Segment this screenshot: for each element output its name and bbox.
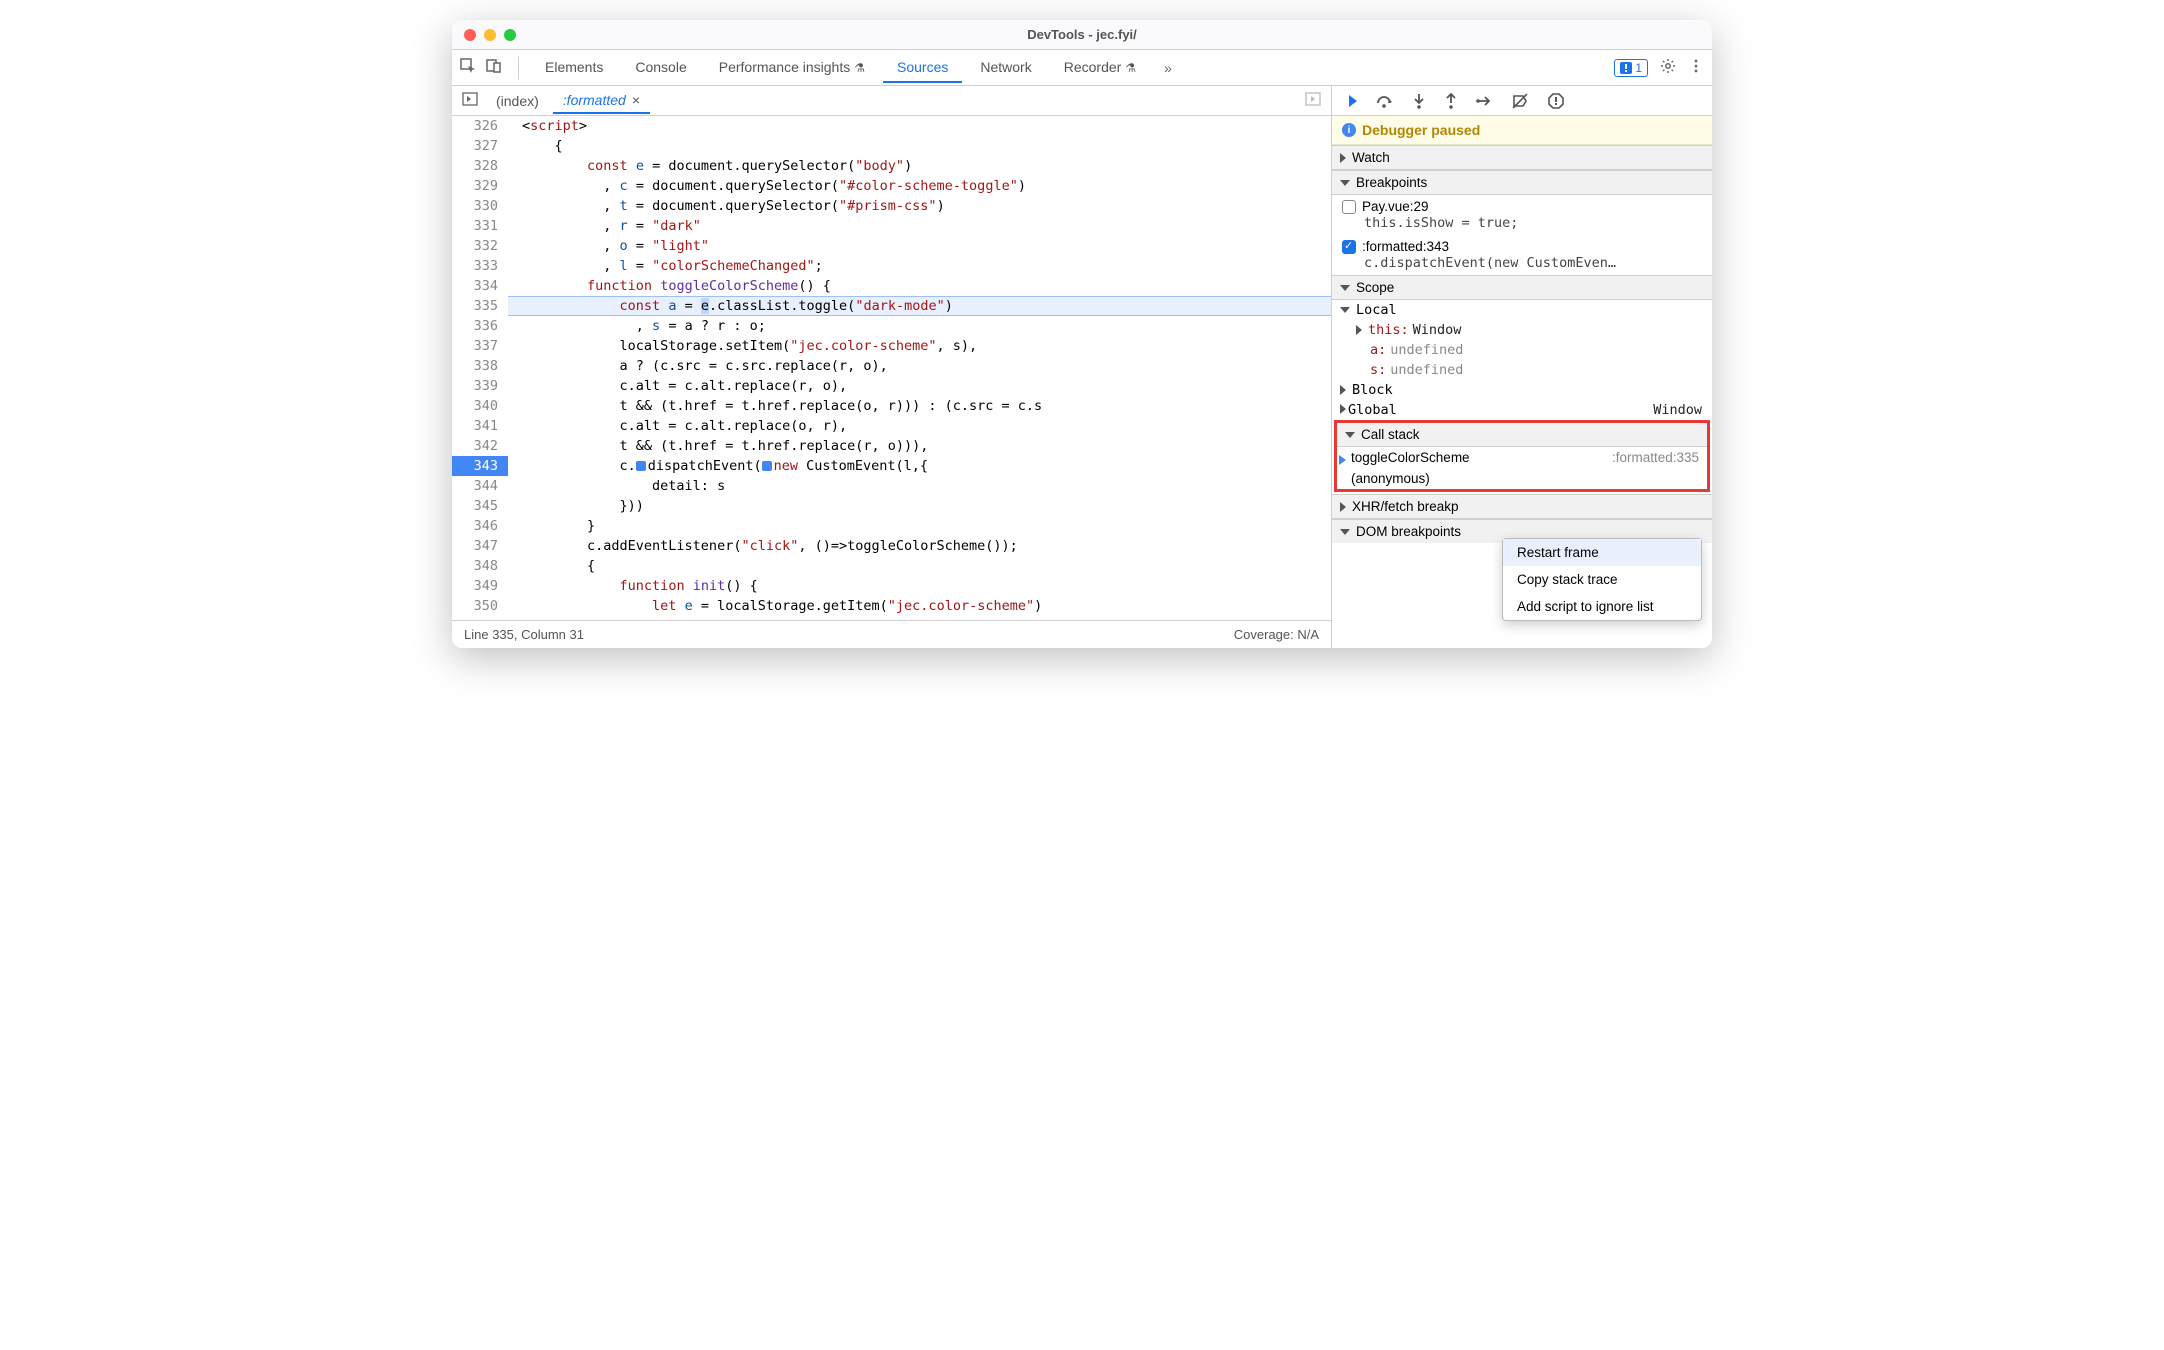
context-menu-item[interactable]: Copy stack trace: [1503, 566, 1701, 593]
tab-elements[interactable]: Elements: [531, 53, 617, 83]
callstack-frame[interactable]: toggleColorScheme:formatted:335: [1337, 447, 1707, 468]
context-menu-item[interactable]: Add script to ignore list: [1503, 593, 1701, 620]
code-line[interactable]: 345 })): [452, 496, 1331, 516]
code-line[interactable]: 342 t && (t.href = t.href.replace(r, o))…: [452, 436, 1331, 456]
code-line[interactable]: 326<script>: [452, 116, 1331, 136]
more-tabs-icon[interactable]: »: [1154, 60, 1182, 76]
code-line[interactable]: 348 {: [452, 556, 1331, 576]
editor-pane: (index) :formatted × 326<script>327 {328…: [452, 86, 1332, 648]
zoom-window-button[interactable]: [504, 29, 516, 41]
callstack-list: toggleColorScheme:formatted:335(anonymou…: [1337, 447, 1707, 489]
devtools-window: DevTools - jec.fyi/ Elements Console Per…: [452, 20, 1712, 648]
code-line[interactable]: 344 detail: s: [452, 476, 1331, 496]
issues-button[interactable]: 1: [1614, 59, 1648, 77]
code-line[interactable]: 346 }: [452, 516, 1331, 536]
code-line[interactable]: 338 a ? (c.src = c.src.replace(r, o),: [452, 356, 1331, 376]
run-snippet-icon[interactable]: [1301, 91, 1325, 110]
pause-exceptions-icon[interactable]: [1548, 93, 1564, 109]
code-line[interactable]: 328 const e = document.querySelector("bo…: [452, 156, 1331, 176]
breakpoint-checkbox[interactable]: [1342, 240, 1356, 254]
step-out-icon[interactable]: [1444, 93, 1458, 109]
coverage-status: Coverage: N/A: [1234, 627, 1319, 642]
callstack-highlight-box: Call stack toggleColorScheme:formatted:3…: [1334, 420, 1710, 492]
editor-tab-index[interactable]: (index): [486, 89, 549, 113]
minimize-window-button[interactable]: [484, 29, 496, 41]
section-callstack[interactable]: Call stack: [1337, 423, 1707, 447]
debug-toolbar: [1332, 86, 1712, 116]
window-controls: [464, 29, 516, 41]
code-line[interactable]: 336 , s = a ? r : o;: [452, 316, 1331, 336]
scope-this[interactable]: this: Window: [1332, 320, 1712, 340]
close-tab-icon[interactable]: ×: [632, 92, 640, 108]
code-line[interactable]: 335 const a = e.classList.toggle("dark-m…: [452, 296, 1331, 316]
toolbar-divider: [518, 57, 519, 79]
cursor-position: Line 335, Column 31: [464, 627, 584, 642]
step-into-icon[interactable]: [1412, 93, 1426, 109]
breakpoint-item[interactable]: Pay.vue:29this.isShow = true;: [1332, 195, 1712, 235]
code-line[interactable]: 350 let e = localStorage.getItem("jec.co…: [452, 596, 1331, 616]
section-xhr[interactable]: XHR/fetch breakp: [1332, 494, 1712, 519]
scope-var-a: a: undefined: [1332, 340, 1712, 360]
callstack-frame[interactable]: (anonymous): [1337, 468, 1707, 489]
code-line[interactable]: 327 {: [452, 136, 1331, 156]
issues-count: 1: [1635, 61, 1642, 75]
flask-icon: [854, 59, 865, 75]
titlebar: DevTools - jec.fyi/: [452, 20, 1712, 50]
code-line[interactable]: 331 , r = "dark": [452, 216, 1331, 236]
debugger-pane: i Debugger paused Watch Breakpoints Pay.…: [1332, 86, 1712, 648]
breakpoint-item[interactable]: :formatted:343c.dispatchEvent(new Custom…: [1332, 235, 1712, 275]
code-line[interactable]: 349 function init() {: [452, 576, 1331, 596]
editor-tab-formatted[interactable]: :formatted ×: [553, 88, 650, 114]
inspect-element-icon[interactable]: [460, 58, 476, 77]
breakpoint-checkbox[interactable]: [1342, 200, 1356, 214]
section-breakpoints[interactable]: Breakpoints: [1332, 170, 1712, 195]
window-title: DevTools - jec.fyi/: [452, 27, 1712, 42]
tab-recorder[interactable]: Recorder: [1050, 53, 1150, 83]
panel-tabs: Elements Console Performance insights So…: [531, 53, 1610, 83]
tab-console[interactable]: Console: [621, 53, 700, 83]
step-icon[interactable]: [1476, 93, 1494, 109]
deactivate-bp-icon[interactable]: [1512, 93, 1530, 109]
scope-block[interactable]: Block: [1332, 380, 1712, 400]
code-line[interactable]: 337 localStorage.setItem("jec.color-sche…: [452, 336, 1331, 356]
flask-icon: [1125, 59, 1136, 75]
tab-network[interactable]: Network: [966, 53, 1045, 83]
scope-global[interactable]: GlobalWindow: [1332, 400, 1712, 420]
close-window-button[interactable]: [464, 29, 476, 41]
section-watch[interactable]: Watch: [1332, 145, 1712, 170]
statusbar: Line 335, Column 31 Coverage: N/A: [452, 620, 1331, 648]
tab-sources[interactable]: Sources: [883, 53, 962, 83]
breakpoints-list: Pay.vue:29this.isShow = true;:formatted:…: [1332, 195, 1712, 275]
code-line[interactable]: 330 , t = document.querySelector("#prism…: [452, 196, 1331, 216]
device-toggle-icon[interactable]: [486, 58, 502, 77]
debugger-status: i Debugger paused: [1332, 116, 1712, 145]
step-over-icon[interactable]: [1376, 93, 1394, 109]
more-options-icon[interactable]: [1688, 58, 1704, 77]
settings-icon[interactable]: [1660, 58, 1676, 77]
code-line[interactable]: 341 c.alt = c.alt.replace(o, r),: [452, 416, 1331, 436]
main-row: (index) :formatted × 326<script>327 {328…: [452, 86, 1712, 648]
code-line[interactable]: 329 , c = document.querySelector("#color…: [452, 176, 1331, 196]
navigator-toggle-icon[interactable]: [458, 91, 482, 110]
section-scope[interactable]: Scope: [1332, 275, 1712, 300]
context-menu: Restart frameCopy stack traceAdd script …: [1502, 538, 1702, 621]
scope-body: Local this: Window a: undefined s: undef…: [1332, 300, 1712, 420]
code-line[interactable]: 340 t && (t.href = t.href.replace(o, r))…: [452, 396, 1331, 416]
code-line[interactable]: 343 c.dispatchEvent(new CustomEvent(l,{: [452, 456, 1331, 476]
resume-icon[interactable]: [1342, 93, 1358, 109]
editor-tabbar: (index) :formatted ×: [452, 86, 1331, 116]
code-line[interactable]: 347 c.addEventListener("click", ()=>togg…: [452, 536, 1331, 556]
code-line[interactable]: 332 , o = "light": [452, 236, 1331, 256]
code-line[interactable]: 339 c.alt = c.alt.replace(r, o),: [452, 376, 1331, 396]
code-line[interactable]: 333 , l = "colorSchemeChanged";: [452, 256, 1331, 276]
code-line[interactable]: 334 function toggleColorScheme() {: [452, 276, 1331, 296]
main-toolbar: Elements Console Performance insights So…: [452, 50, 1712, 86]
scope-local[interactable]: Local: [1332, 300, 1712, 320]
context-menu-item[interactable]: Restart frame: [1503, 539, 1701, 566]
code-editor[interactable]: 326<script>327 {328 const e = document.q…: [452, 116, 1331, 620]
info-icon: i: [1342, 123, 1356, 137]
tab-perf-insights[interactable]: Performance insights: [705, 53, 879, 83]
scope-var-s: s: undefined: [1332, 360, 1712, 380]
